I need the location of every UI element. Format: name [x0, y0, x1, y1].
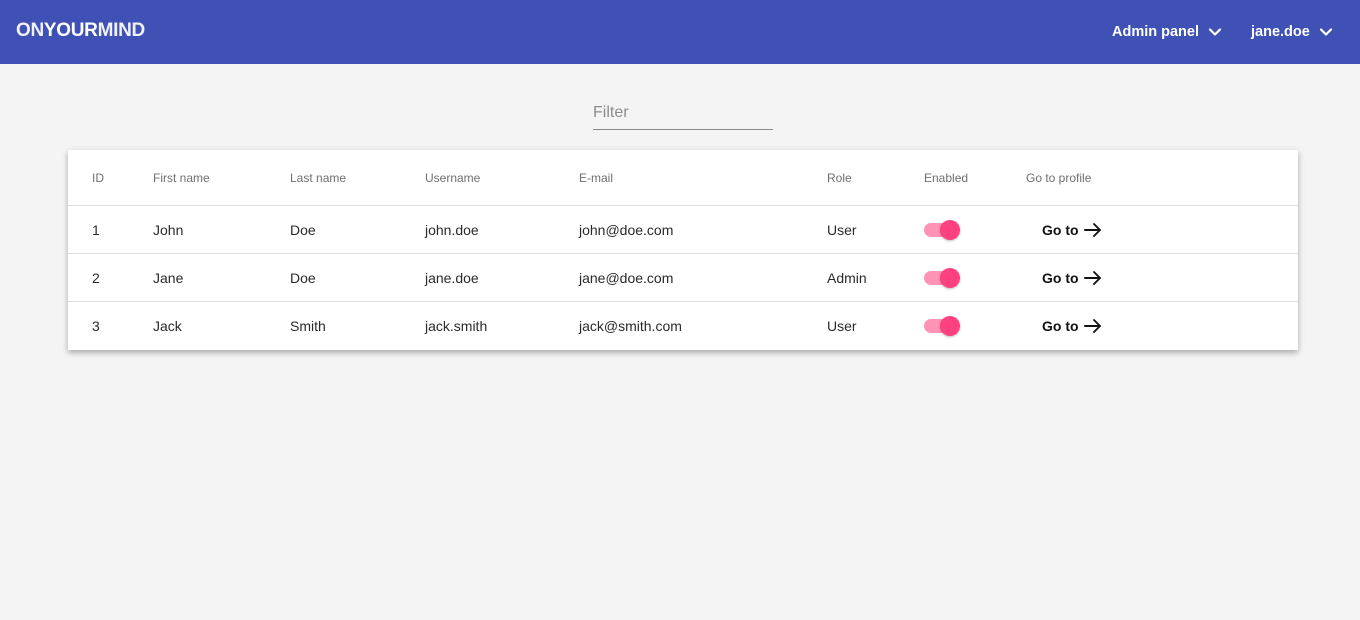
toggle-thumb [940, 220, 960, 240]
table-row: 3 Jack Smith jack.smith jack@smith.com U… [68, 302, 1298, 350]
header-go-to-profile: Go to profile [1026, 171, 1092, 185]
enabled-toggle[interactable] [924, 220, 960, 240]
go-to-profile-button[interactable]: Go to [1042, 266, 1103, 290]
cell-first-name: John [153, 222, 184, 238]
go-to-label: Go to [1042, 222, 1079, 238]
arrow-right-icon [1083, 223, 1101, 237]
admin-panel-label: Admin panel [1112, 24, 1200, 40]
header-role[interactable]: Role [827, 150, 852, 206]
cell-role: Admin [827, 270, 867, 286]
header-first-name[interactable]: First name [153, 150, 210, 206]
cell-username: john.doe [425, 222, 479, 238]
logo-part-your: YOUR [43, 20, 98, 41]
cell-email: jane@doe.com [579, 270, 674, 286]
cell-last-name: Smith [290, 318, 326, 334]
users-table: ID First name Last name Username E-mail … [68, 150, 1298, 350]
app-logo[interactable]: ONYOURMIND [16, 20, 145, 42]
arrow-right-icon [1083, 271, 1101, 285]
cell-username: jane.doe [425, 270, 479, 286]
cell-email: jack@smith.com [579, 318, 682, 334]
enabled-toggle[interactable] [924, 316, 960, 336]
toggle-thumb [940, 268, 960, 288]
filter-field [593, 98, 773, 130]
admin-panel-menu-button[interactable]: Admin panel [1112, 20, 1223, 44]
arrow-right-icon [1083, 319, 1101, 333]
chevron-down-icon [1319, 28, 1332, 36]
cell-first-name: Jane [153, 270, 184, 286]
header-username[interactable]: Username [425, 150, 480, 206]
cell-first-name: Jack [153, 318, 182, 334]
cell-email: john@doe.com [579, 222, 674, 238]
user-menu-button[interactable]: jane.doe [1251, 20, 1334, 44]
header-enabled[interactable]: Enabled [924, 150, 968, 206]
cell-role: User [827, 222, 857, 238]
cell-last-name: Doe [290, 222, 316, 238]
cell-last-name: Doe [290, 270, 316, 286]
go-to-label: Go to [1042, 270, 1079, 286]
table-header-row: ID First name Last name Username E-mail … [68, 150, 1298, 206]
table-row: 2 Jane Doe jane.doe jane@doe.com Admin G… [68, 254, 1298, 302]
logo-part-mind: MIND [97, 20, 146, 41]
header-last-name[interactable]: Last name [290, 150, 346, 206]
chevron-down-icon [1208, 28, 1222, 36]
user-menu-label: jane.doe [1251, 24, 1310, 40]
cell-id: 2 [92, 270, 100, 286]
cell-id: 1 [92, 222, 100, 238]
cell-role: User [827, 318, 857, 334]
logo-part-on: ON [16, 20, 44, 41]
filter-input[interactable] [593, 98, 773, 128]
enabled-toggle[interactable] [924, 268, 960, 288]
cell-id: 3 [92, 318, 100, 334]
cell-username: jack.smith [425, 318, 488, 334]
header-email[interactable]: E-mail [579, 150, 613, 206]
go-to-label: Go to [1042, 318, 1079, 334]
go-to-profile-button[interactable]: Go to [1042, 218, 1103, 242]
toggle-thumb [940, 316, 960, 336]
header-id[interactable]: ID [92, 150, 104, 206]
app-toolbar: ONYOURMIND Admin panel jane.doe [0, 0, 1360, 64]
go-to-profile-button[interactable]: Go to [1042, 314, 1103, 338]
table-row: 1 John Doe john.doe john@doe.com User Go… [68, 206, 1298, 254]
